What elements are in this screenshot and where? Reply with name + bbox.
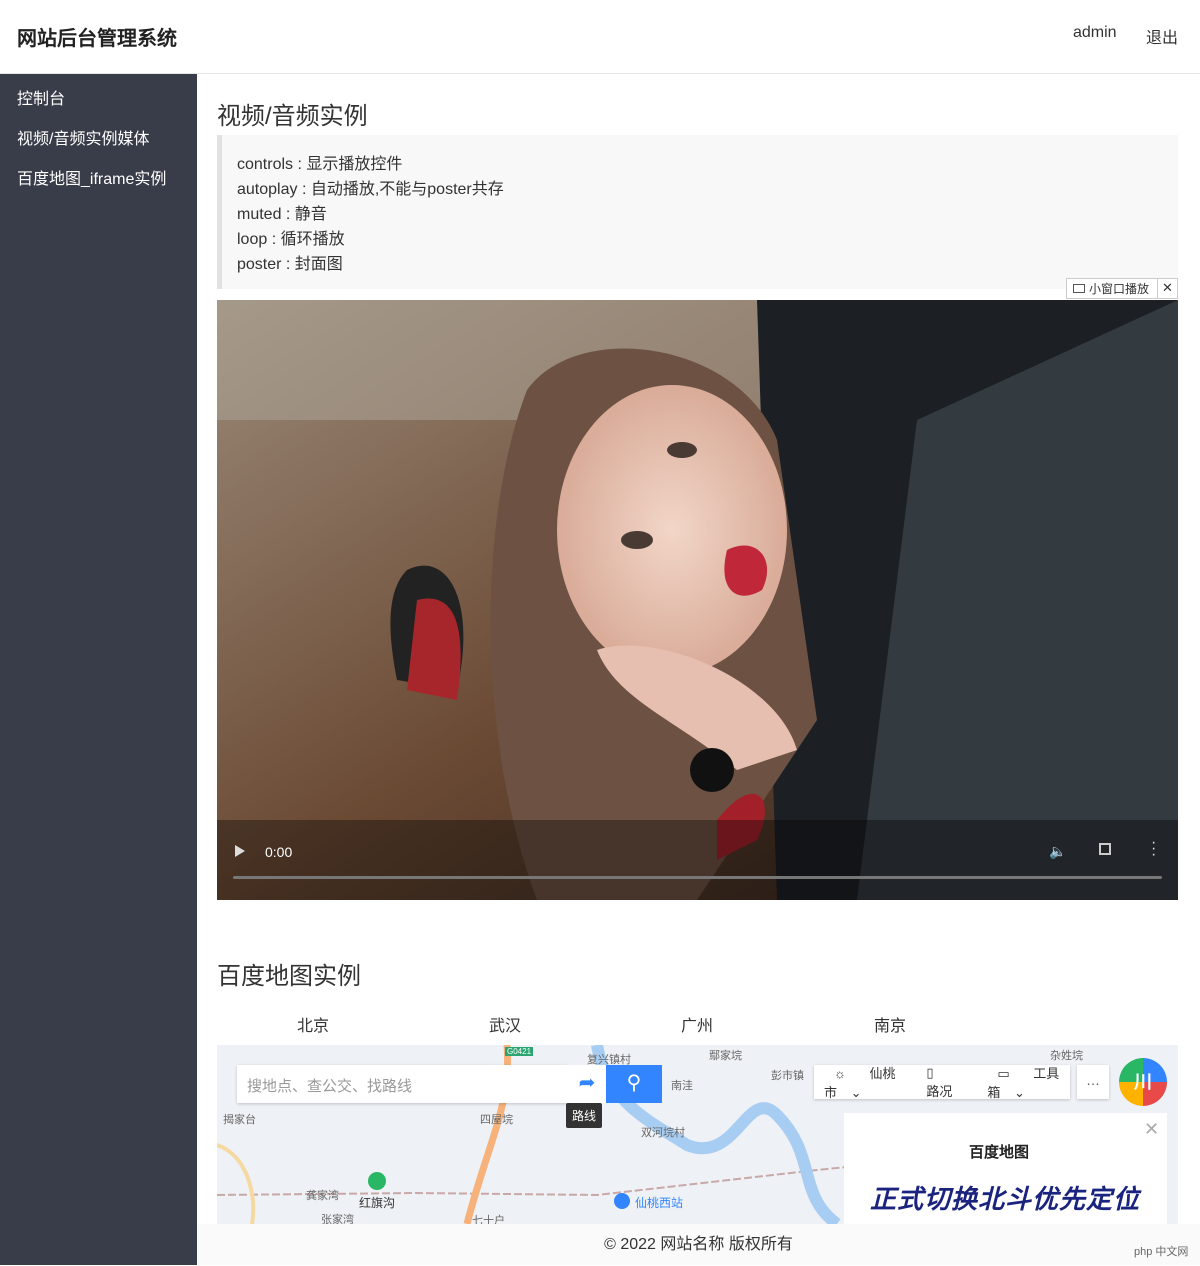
pip-button[interactable]: 小窗口播放 ✕ xyxy=(1066,278,1178,299)
video-progress-bar[interactable] xyxy=(233,876,1162,879)
user-name[interactable]: admin xyxy=(1073,24,1117,42)
route-icon[interactable]: ➦ xyxy=(568,1065,606,1103)
footer: © 2022 网站名称 版权所有 xyxy=(197,1224,1200,1265)
map-place-label: 仙桃西站 xyxy=(635,1196,684,1210)
top-header: 网站后台管理系统 admin 退出 xyxy=(0,0,1200,74)
baidu-map-logo: 百度地图 xyxy=(969,1144,1030,1161)
city-link-nanjing[interactable]: 南京 xyxy=(874,1012,906,1036)
map-place-label: 红旗沟 xyxy=(359,1196,396,1210)
traffic-label: 路况 xyxy=(926,1083,953,1099)
map-ad-popup[interactable]: 百度地图 正式切换北斗优先定位 ✕ xyxy=(844,1113,1167,1224)
video-section-title: 视频/音频实例 xyxy=(217,103,368,130)
note-poster: poster : 封面图 xyxy=(237,256,343,273)
map-place-label: 揭家台 xyxy=(223,1114,256,1126)
map-place-label: 四屋垸 xyxy=(480,1114,513,1126)
sidebar-item-console[interactable]: 控制台 xyxy=(17,85,65,109)
map-place-label: 张家湾 xyxy=(321,1214,354,1224)
video-time: 0:00 xyxy=(265,844,293,860)
ad-headline: 正式切换北斗优先定位 xyxy=(870,1184,1141,1214)
attribute-notes: controls : 显示播放控件 autoplay : 自动播放,不能与pos… xyxy=(217,135,1178,289)
note-muted: muted : 静音 xyxy=(237,206,327,223)
map-place-label: 彭市镇 xyxy=(771,1070,804,1082)
route-tooltip: 路线 xyxy=(566,1103,603,1128)
brand-title: 网站后台管理系统 xyxy=(17,28,177,50)
highway-badge: G0421 xyxy=(505,1047,534,1056)
city-selector[interactable]: ☼ 仙桃市 ⌄ xyxy=(814,1063,906,1101)
map-place-label: 鄢家垸 xyxy=(709,1050,742,1062)
note-autoplay: autoplay : 自动播放,不能与poster共存 xyxy=(237,181,504,198)
avatar[interactable]: 川 xyxy=(1119,1058,1167,1106)
more-options-icon[interactable]: · · · xyxy=(1151,835,1156,863)
copyright-text: © 2022 网站名称 版权所有 xyxy=(604,1236,793,1253)
sidebar-item-baidu-map[interactable]: 百度地图_iframe实例 xyxy=(17,165,166,189)
traffic-light-icon: ▯ xyxy=(926,1064,934,1080)
message-icon[interactable]: … xyxy=(1077,1065,1109,1099)
close-icon[interactable]: ✕ xyxy=(1144,1119,1159,1140)
main-content: 视频/音频实例 controls : 显示播放控件 autoplay : 自动播… xyxy=(197,74,1200,1224)
traffic-button[interactable]: ▯ 路况 xyxy=(906,1065,977,1100)
pip-label: 小窗口播放 xyxy=(1089,282,1150,296)
map-place-label: 南洼 xyxy=(671,1080,693,1092)
logout-link[interactable]: 退出 xyxy=(1146,24,1178,48)
city-link-guangzhou[interactable]: 广州 xyxy=(681,1012,713,1036)
map-section-title: 百度地图实例 xyxy=(217,963,361,990)
note-loop: loop : 循环播放 xyxy=(237,231,345,248)
php-watermark: php 中文网 xyxy=(1134,1246,1189,1258)
map-place-label: 龚家湾 xyxy=(306,1190,339,1202)
fullscreen-icon[interactable] xyxy=(1099,843,1111,855)
volume-icon[interactable]: 🔈 xyxy=(1049,843,1066,860)
city-link-wuhan[interactable]: 武汉 xyxy=(489,1012,521,1036)
video-poster xyxy=(217,300,1178,900)
weather-icon: ☼ xyxy=(834,1066,850,1081)
tv-icon xyxy=(1073,284,1085,293)
baidu-map-iframe[interactable]: 复兴镇村 鄢家垸 杂姓垸 南洼 彭市镇 揭家台 四屋垸 双河垸村 红旗沟 龚家湾… xyxy=(217,1045,1178,1224)
map-toolbar: ☼ 仙桃市 ⌄ ▯ 路况 ▭ 工具箱 ⌄ xyxy=(814,1063,1070,1101)
city-link-beijing[interactable]: 北京 xyxy=(297,1012,329,1036)
play-icon[interactable] xyxy=(235,845,245,857)
toolbox-icon: ▭ xyxy=(997,1066,1014,1081)
map-search-input[interactable]: 搜地点、查公交、找路线 xyxy=(237,1065,568,1103)
search-icon[interactable]: ⚲ xyxy=(606,1065,662,1103)
map-place-label: 杂姓垸 xyxy=(1050,1050,1083,1062)
toolbox-button[interactable]: ▭ 工具箱 ⌄ xyxy=(977,1063,1070,1101)
sidebar-item-media[interactable]: 视频/音频实例媒体 xyxy=(17,125,149,149)
note-controls: controls : 显示播放控件 xyxy=(237,156,403,173)
map-place-label: 七十户 xyxy=(472,1215,505,1224)
sidebar: 控制台 视频/音频实例媒体 百度地图_iframe实例 xyxy=(0,74,197,1265)
map-place-label: 双河垸村 xyxy=(641,1127,685,1139)
close-icon[interactable]: ✕ xyxy=(1157,279,1177,298)
video-player[interactable]: 0:00 🔈 · · · xyxy=(217,300,1178,900)
